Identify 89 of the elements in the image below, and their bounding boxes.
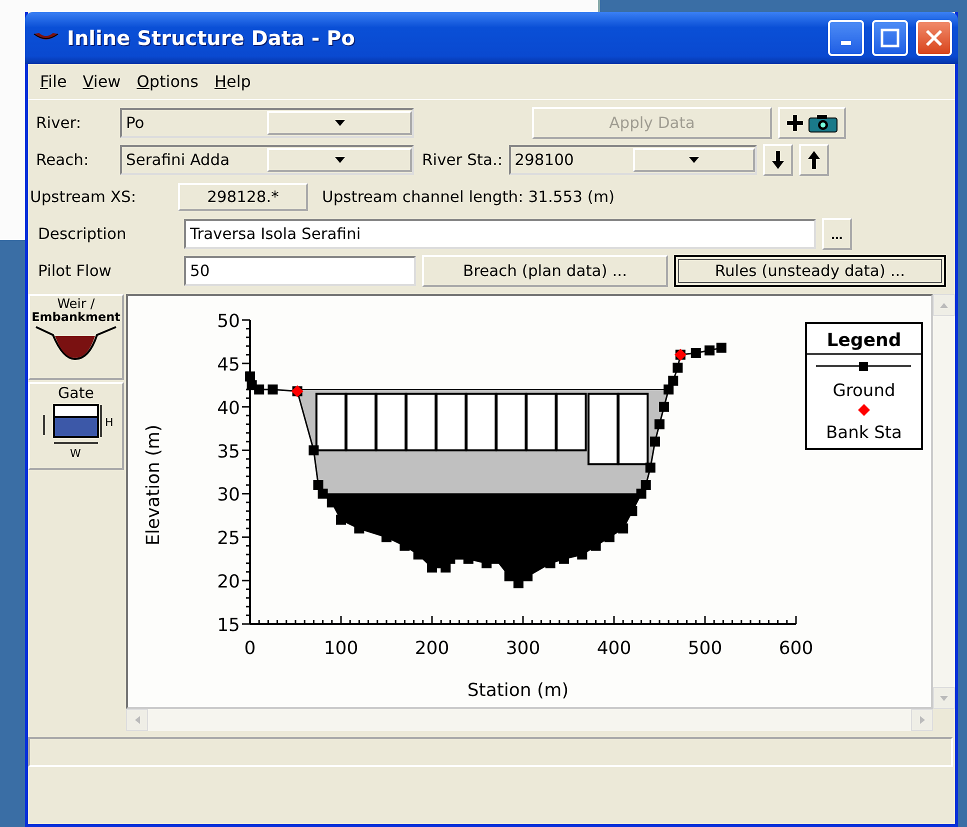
maximize-icon [880, 28, 900, 48]
point [716, 342, 726, 353]
scroll-down-icon [940, 696, 948, 700]
x-tick-label: 200 [414, 638, 450, 659]
add-camera-button[interactable] [778, 107, 846, 139]
point [664, 384, 674, 394]
y-axis-title: Elevation (m) [143, 424, 164, 546]
legend-title: Legend [826, 330, 902, 351]
point [704, 345, 715, 356]
point [640, 480, 651, 490]
y-tick-label: 30 [217, 484, 240, 506]
close-button[interactable] [916, 20, 952, 56]
gate-button[interactable]: Gate H W [28, 382, 124, 470]
x-tick-label: 300 [506, 638, 540, 659]
scroll-right-icon [920, 716, 924, 724]
close-icon [924, 28, 944, 48]
vertical-scrollbar[interactable] [933, 294, 955, 709]
field-label: Reach: [35, 151, 90, 169]
y-tick-label: 50 [217, 311, 240, 332]
point [313, 480, 324, 490]
menu-item[interactable]: View [76, 70, 127, 93]
x-axis-title: Station (m) [467, 680, 569, 701]
horizontal-scrollbar[interactable] [126, 709, 933, 731]
point [308, 445, 319, 456]
x-tick-label: 100 [324, 638, 358, 659]
x-tick-label: 400 [596, 638, 632, 659]
field-label: Upstream XS: [30, 188, 138, 206]
minimize-button[interactable] [828, 20, 864, 56]
maximize-button[interactable] [872, 20, 908, 56]
gate-opening [406, 392, 437, 452]
down-button[interactable] [762, 144, 793, 176]
legend-label: Ground [832, 381, 896, 401]
channel-length-text: Upstream channel length: 31.553 (m) [322, 188, 615, 206]
y-tick-label: 45 [217, 354, 240, 376]
point [672, 362, 683, 373]
x-tick-label: 0 [244, 638, 256, 659]
x-tick-label: 500 [688, 638, 722, 659]
river-station-combo[interactable]: 298100 [508, 145, 757, 175]
gate-opening [436, 392, 467, 452]
point [636, 488, 646, 499]
point [690, 348, 701, 358]
gate-opening [315, 392, 347, 452]
down-arrow-icon [770, 150, 785, 170]
point [254, 384, 264, 394]
up-arrow-icon [806, 150, 821, 170]
minimize-icon [841, 41, 851, 45]
menu-item[interactable]: Help [208, 70, 257, 93]
gate-opening [376, 392, 407, 452]
point [654, 419, 664, 430]
gate-opening [556, 392, 587, 452]
point [668, 376, 678, 386]
y-tick-label: 20 [217, 572, 240, 593]
menu-item[interactable]: File [34, 70, 73, 93]
menu-item[interactable]: Options [130, 70, 204, 93]
legend-label: Bank Sta [826, 423, 902, 443]
upstream-xs-button[interactable]: 298128.* [178, 183, 308, 211]
embankment-icon [33, 323, 119, 363]
rules-button[interactable]: Rules (unsteady data) ... [674, 255, 946, 287]
reach-combo[interactable]: Serafini Adda [120, 145, 414, 175]
pilot-flow-field[interactable]: 50 [184, 256, 416, 286]
gate-opening [345, 392, 377, 452]
field-label: River Sta.: [421, 151, 503, 169]
window-title: Inline Structure Data - Po [67, 26, 356, 50]
y-tick-label: 15 [217, 615, 240, 636]
legend-line-icon [816, 362, 911, 371]
point [650, 436, 660, 447]
field-label: River: [35, 114, 82, 132]
more-button[interactable]: ... [822, 218, 852, 250]
breach-button[interactable]: Breach (plan data) ... [422, 255, 668, 287]
y-tick-label: 40 [217, 398, 240, 419]
gate-opening [496, 392, 527, 452]
y-tick-label: 35 [217, 441, 240, 462]
x-tick-label: 600 [778, 638, 814, 659]
weir-button[interactable]: Weir / Embankment [28, 294, 124, 380]
point [318, 488, 328, 499]
up-button[interactable] [798, 144, 829, 176]
description-field[interactable]: Traversa Isola Serafini [184, 219, 816, 249]
field-label: Pilot Flow [37, 262, 112, 280]
scroll-left-icon [134, 716, 140, 724]
legend-marker-icon [858, 404, 870, 416]
field-label: Description [37, 225, 128, 243]
point [268, 384, 278, 394]
y-tick-label: 25 [217, 528, 240, 550]
river-combo[interactable]: Po [120, 108, 414, 138]
point [659, 402, 670, 412]
scroll-up-icon [940, 302, 948, 308]
point [645, 462, 656, 473]
gate-opening [466, 392, 497, 452]
gate-opening [526, 392, 557, 452]
